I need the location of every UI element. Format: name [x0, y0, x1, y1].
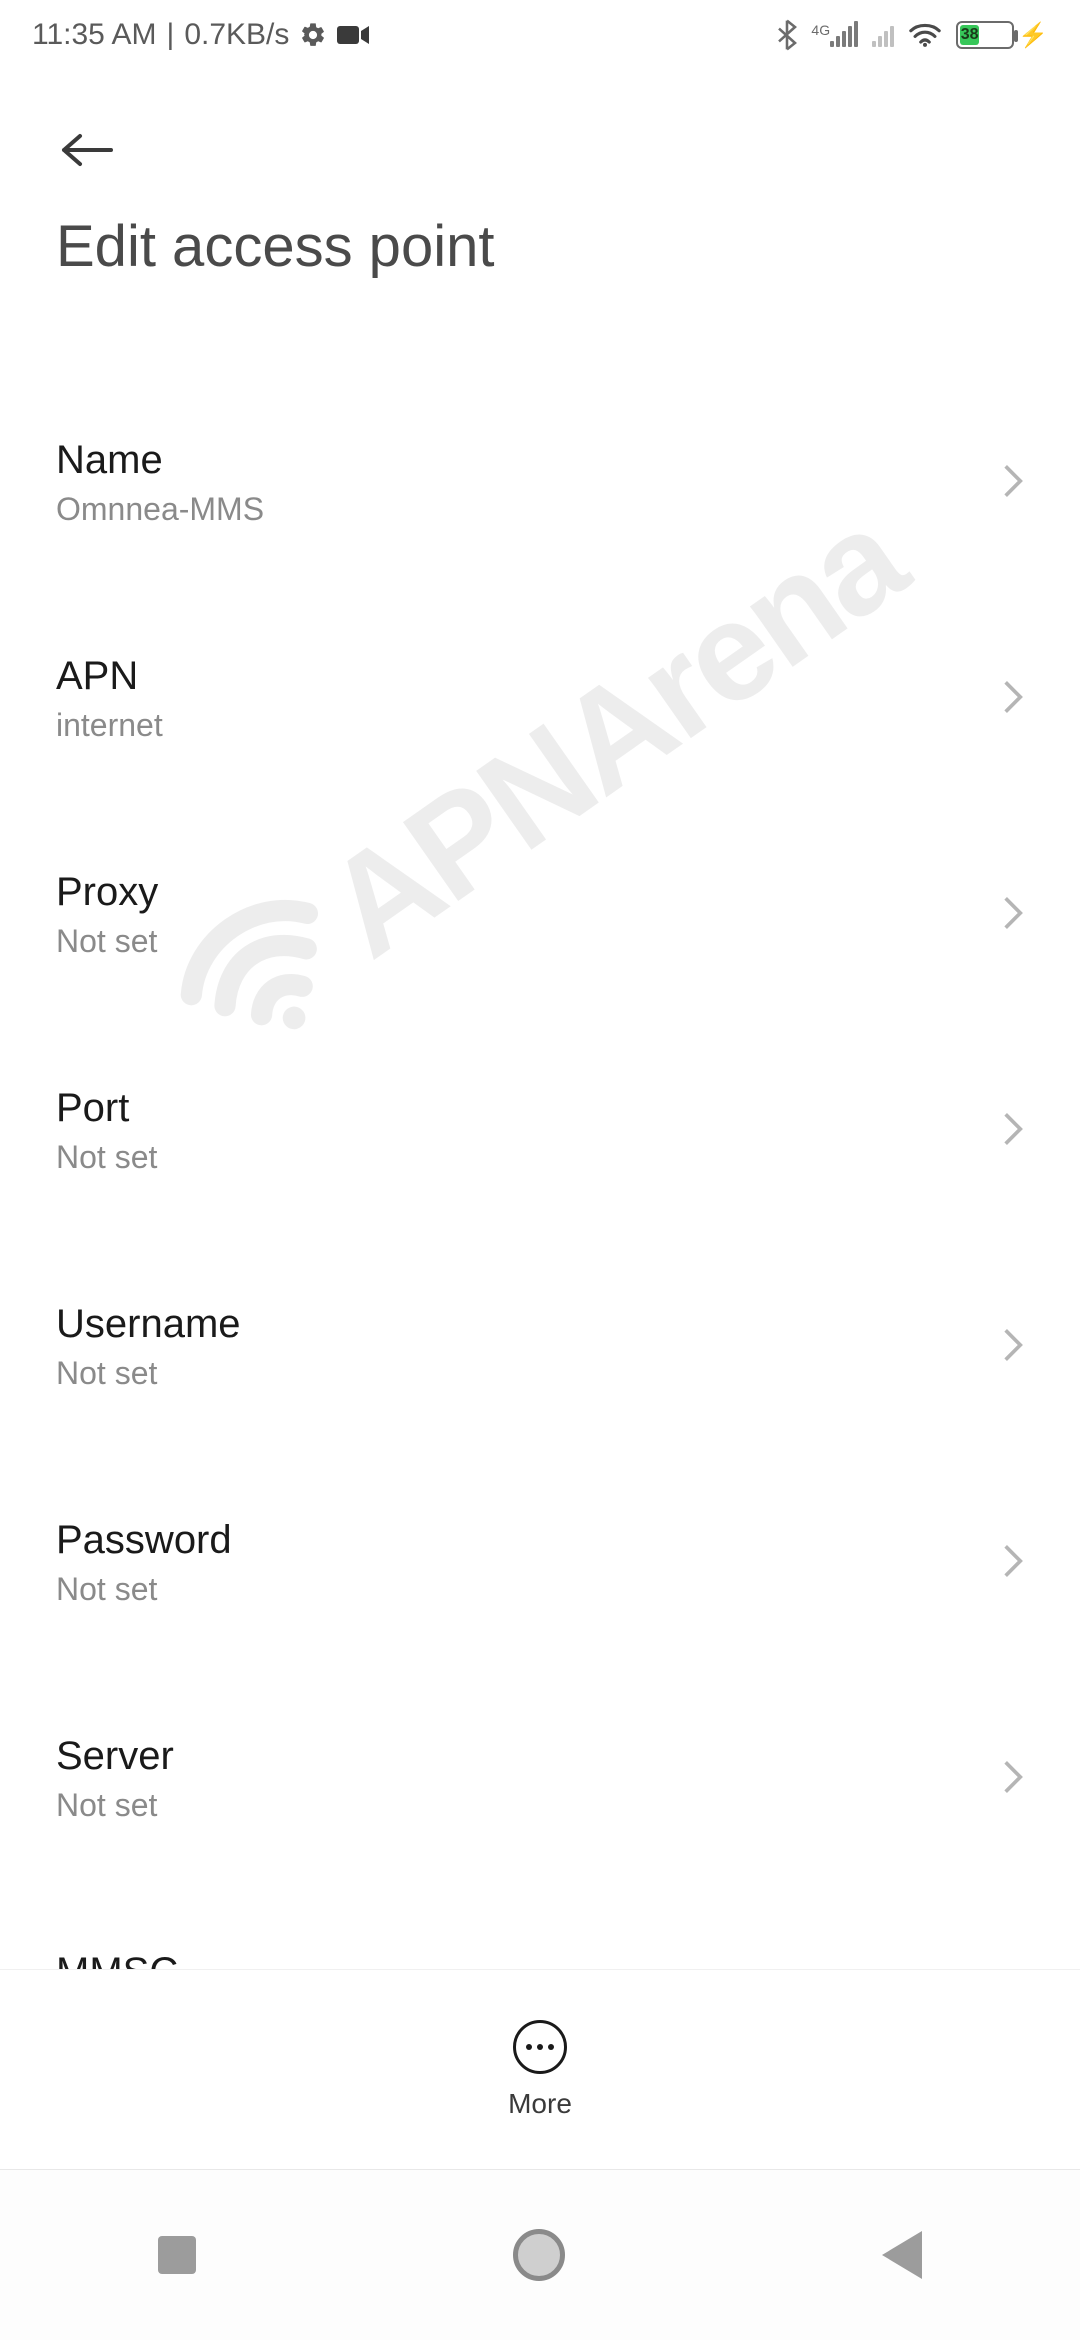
signal-bars-sim1-icon — [830, 23, 858, 47]
row-value: Not set — [56, 923, 982, 960]
camera-icon — [337, 24, 369, 46]
row-apn[interactable]: APN internet — [0, 616, 1080, 782]
row-value: Not set — [56, 1139, 982, 1176]
row-proxy[interactable]: Proxy Not set — [0, 832, 1080, 998]
page-title: Edit access point — [56, 213, 1024, 280]
more-label: More — [508, 2088, 572, 2120]
status-right: 4G 38 ⚡ — [777, 19, 1048, 51]
back-nav-button[interactable] — [882, 2231, 922, 2279]
home-button[interactable] — [513, 2229, 565, 2281]
back-button[interactable] — [56, 157, 116, 174]
more-icon — [513, 2020, 567, 2074]
wifi-icon — [908, 22, 942, 48]
battery-icon: 38 — [956, 21, 1014, 49]
signal-4g-label: 4G — [811, 23, 830, 37]
bluetooth-icon — [777, 19, 797, 51]
row-label: Proxy — [56, 870, 982, 915]
row-label: Name — [56, 438, 982, 483]
charging-icon: ⚡ — [1018, 21, 1048, 50]
chevron-right-icon — [1002, 678, 1024, 721]
row-label: Username — [56, 1302, 982, 1347]
row-label: Server — [56, 1734, 982, 1779]
settings-icon — [299, 21, 327, 49]
row-label: Password — [56, 1518, 982, 1563]
row-value: Not set — [56, 1787, 982, 1824]
recents-button[interactable] — [158, 2236, 196, 2274]
row-value: Not set — [56, 1355, 982, 1392]
chevron-right-icon — [1002, 1326, 1024, 1369]
status-divider: | — [167, 18, 175, 52]
arrow-left-icon — [56, 130, 116, 170]
row-label: Port — [56, 1086, 982, 1131]
row-value: Omnnea-MMS — [56, 491, 982, 528]
chevron-right-icon — [1002, 1758, 1024, 1801]
signal-bars-sim2-icon — [872, 23, 894, 47]
row-port[interactable]: Port Not set — [0, 1048, 1080, 1214]
row-label: APN — [56, 654, 982, 699]
row-label: MMSC — [56, 1950, 982, 1970]
row-name[interactable]: Name Omnnea-MMS — [0, 400, 1080, 566]
system-nav-bar — [0, 2169, 1080, 2340]
row-server[interactable]: Server Not set — [0, 1696, 1080, 1862]
row-username[interactable]: Username Not set — [0, 1264, 1080, 1430]
status-time: 11:35 AM — [32, 18, 157, 52]
status-bar: 11:35 AM | 0.7KB/s 4G 38 ⚡ — [0, 0, 1080, 70]
status-left: 11:35 AM | 0.7KB/s — [32, 18, 369, 52]
footer-bar: More — [0, 1969, 1080, 2170]
chevron-right-icon — [1002, 1110, 1024, 1153]
chevron-right-icon — [1002, 894, 1024, 937]
row-password[interactable]: Password Not set — [0, 1480, 1080, 1646]
status-net-speed: 0.7KB/s — [184, 18, 289, 52]
chevron-right-icon — [1002, 1542, 1024, 1585]
row-value: Not set — [56, 1571, 982, 1608]
settings-list[interactable]: Name Omnnea-MMS APN internet Proxy Not s… — [0, 400, 1080, 1970]
row-value: internet — [56, 707, 982, 744]
more-button[interactable]: More — [508, 2020, 572, 2120]
chevron-right-icon — [1002, 462, 1024, 505]
battery-percent: 38 — [960, 25, 979, 45]
row-mmsc[interactable]: MMSC http://10.16.18.4:38090/was — [0, 1912, 1080, 1970]
